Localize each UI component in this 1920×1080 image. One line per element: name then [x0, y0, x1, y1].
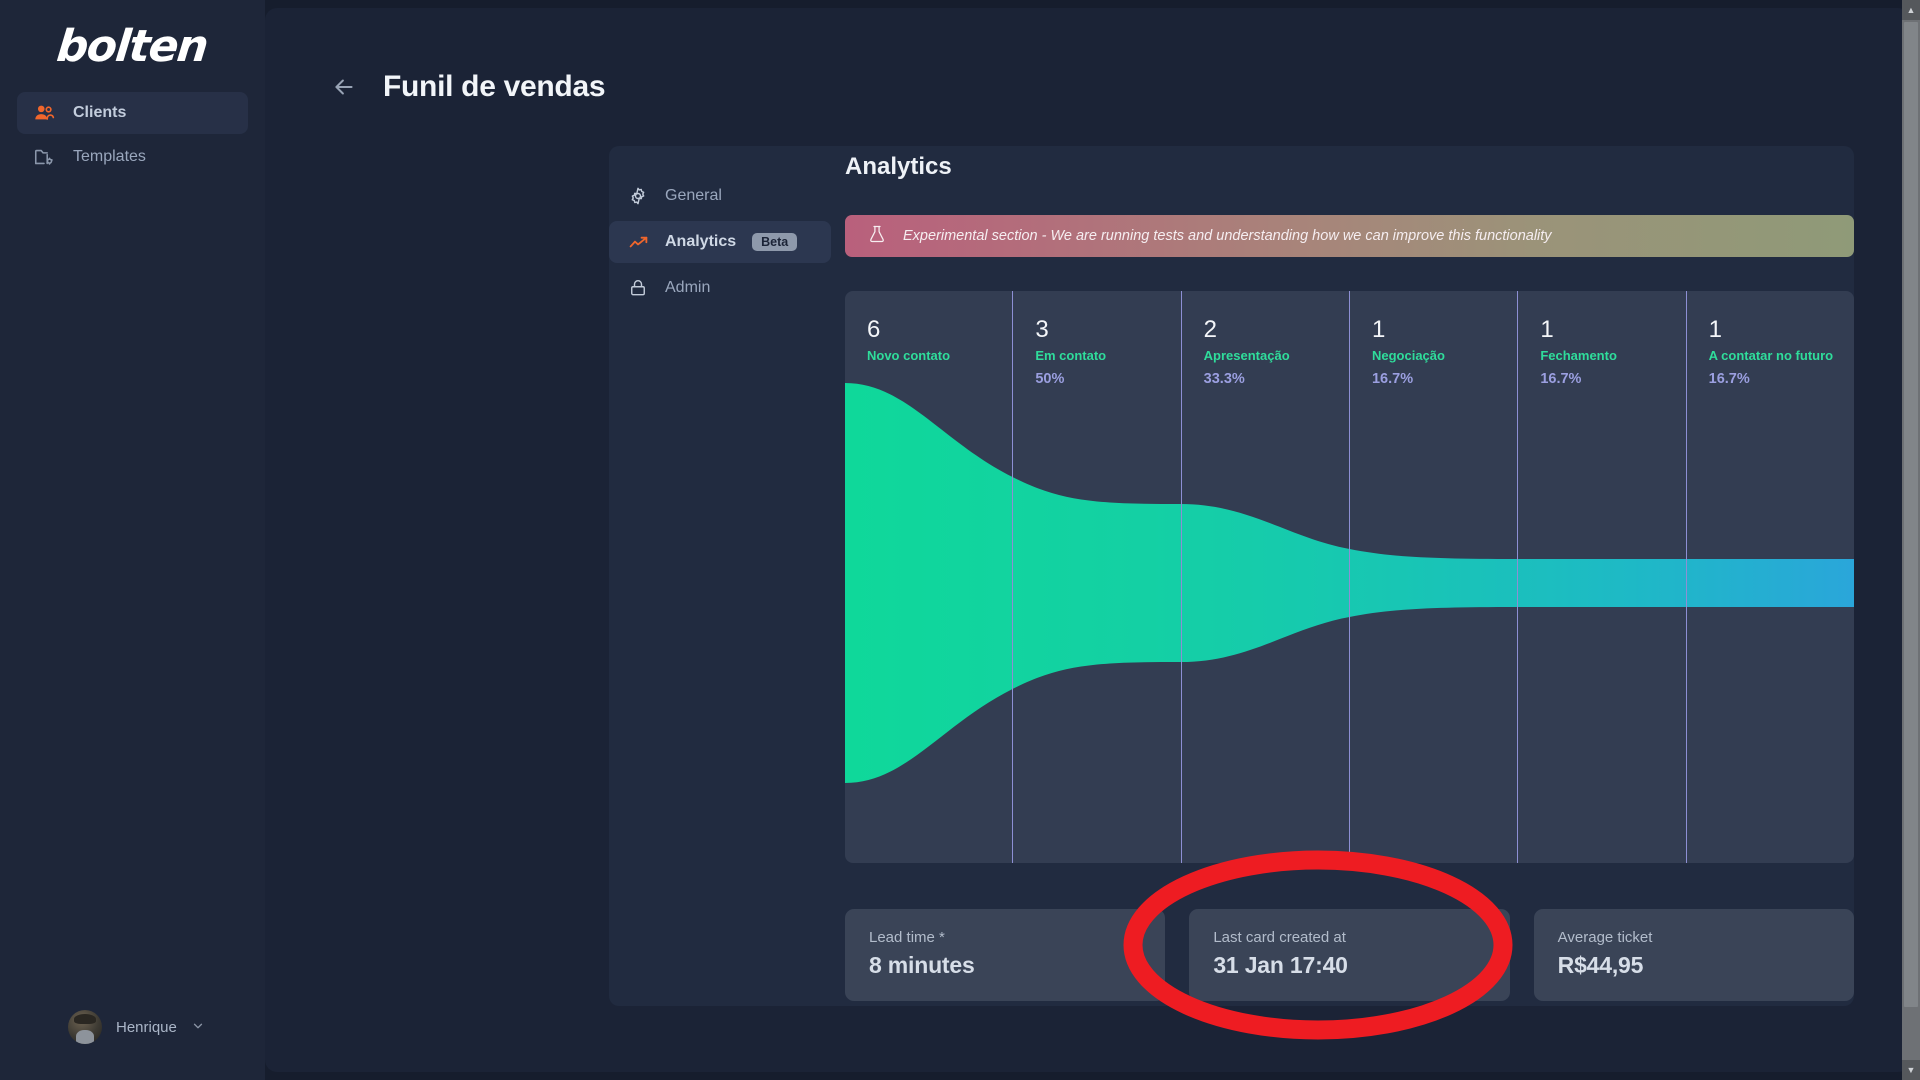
sidebar-item-label: Clients: [73, 104, 127, 121]
metric-value: R$44,95: [1557, 952, 1644, 978]
tab-label: General: [665, 187, 722, 204]
folder-cog-icon: [33, 146, 55, 168]
metric-label: Last card created at: [1213, 929, 1346, 946]
window-vertical-scrollbar[interactable]: ▲ ▼: [1902, 0, 1920, 1080]
sidebar-item-label: Templates: [73, 148, 146, 165]
panel-title: Analytics: [845, 153, 952, 180]
funnel-chart[interactable]: 6 Novo contato 3 Em contato 50% 2 Aprese…: [845, 291, 1854, 863]
metric-card-average-ticket: Average ticket R$44,95: [1533, 909, 1854, 1001]
experimental-banner: Experimental section - We are running te…: [845, 215, 1854, 257]
metric-card-lead-time: Lead time * 8 minutes: [845, 909, 1166, 1001]
app-logo[interactable]: bolten: [0, 0, 265, 92]
metric-card-last-card-created: Last card created at 31 Jan 17:40: [1189, 909, 1510, 1001]
main-panel: Funil de vendas General Analytics Beta A…: [265, 8, 1910, 1072]
tab-admin[interactable]: Admin: [609, 267, 831, 309]
sidebar-item-clients[interactable]: Clients: [17, 92, 248, 134]
metric-value: 8 minutes: [869, 952, 975, 978]
tab-general[interactable]: General: [609, 175, 831, 217]
user-profile-menu[interactable]: Henrique: [0, 1010, 265, 1044]
metric-cards: Lead time * 8 minutes Last card created …: [845, 909, 1854, 1001]
user-name: Henrique: [116, 1018, 177, 1036]
avatar: [68, 1010, 102, 1044]
scroll-down-button[interactable]: ▼: [1902, 1060, 1920, 1080]
app-root: bolten Clients Templates Henrique Funil …: [0, 0, 1920, 1080]
beta-badge: Beta: [752, 232, 798, 252]
tab-label: Admin: [665, 279, 711, 296]
metric-label: Lead time *: [869, 929, 945, 946]
analytics-panel: Analytics Experimental section - We are …: [845, 153, 1854, 1001]
metric-label: Average ticket: [1557, 929, 1653, 946]
funnel-area: [845, 383, 1854, 783]
funnel-shape: [845, 383, 1854, 783]
page-title: Funil de vendas: [383, 70, 606, 103]
sidebar-item-templates[interactable]: Templates: [17, 136, 248, 178]
flask-icon: [867, 223, 887, 250]
sidebar-nav: Clients Templates: [0, 92, 265, 178]
metric-value: 31 Jan 17:40: [1213, 952, 1348, 978]
users-icon: [33, 102, 55, 124]
trending-up-icon: [627, 231, 649, 253]
tab-analytics[interactable]: Analytics Beta: [609, 221, 831, 263]
gear-icon: [627, 185, 649, 207]
settings-subnav: General Analytics Beta Admin: [609, 175, 831, 309]
tab-label: Analytics: [665, 233, 737, 250]
main-area: Funil de vendas General Analytics Beta A…: [265, 0, 1920, 1080]
lock-icon: [627, 277, 649, 299]
experimental-banner-text: Experimental section - We are running te…: [903, 228, 1552, 244]
scroll-up-button[interactable]: ▲: [1902, 0, 1920, 20]
logo-text: bolten: [54, 20, 211, 72]
chevron-down-icon[interactable]: [191, 1019, 205, 1035]
arrow-left-icon[interactable]: [331, 74, 357, 100]
sidebar: bolten Clients Templates Henrique: [0, 0, 265, 1080]
scroll-thumb[interactable]: [1904, 22, 1918, 1007]
page-header: Funil de vendas: [265, 8, 1910, 104]
